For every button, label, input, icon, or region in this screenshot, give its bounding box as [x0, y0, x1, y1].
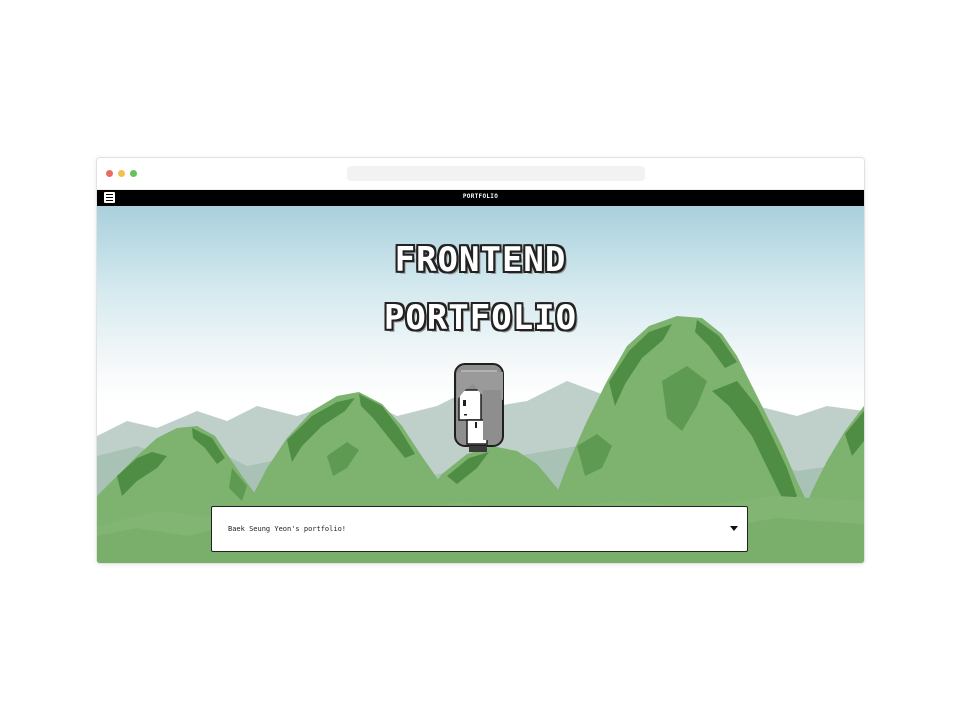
minimize-window-button[interactable]: [118, 170, 125, 177]
portfolio-select-dropdown[interactable]: Baek Seung Yeon's portfolio!: [211, 506, 748, 552]
caret-down-icon[interactable]: [730, 526, 738, 531]
browser-chrome: [97, 158, 864, 190]
pixel-character-avatar: [454, 363, 504, 452]
address-bar[interactable]: [347, 166, 645, 181]
maximize-window-button[interactable]: [130, 170, 137, 177]
dropdown-selected-value: Baek Seung Yeon's portfolio!: [228, 525, 347, 533]
hero-title-line1: FRONTEND: [394, 240, 567, 280]
navbar-title: PORTFOLIO: [462, 193, 499, 200]
hero-title-line2: PORTFOLIO: [383, 298, 578, 338]
close-window-button[interactable]: [106, 170, 113, 177]
top-navbar: PORTFOLIO: [97, 190, 864, 206]
browser-window: PORTFOLIO FRONTEND PORTFOLIO Baek Seung …: [96, 157, 865, 564]
hero-scene: FRONTEND PORTFOLIO Baek Seung Yeon's por: [97, 206, 864, 563]
